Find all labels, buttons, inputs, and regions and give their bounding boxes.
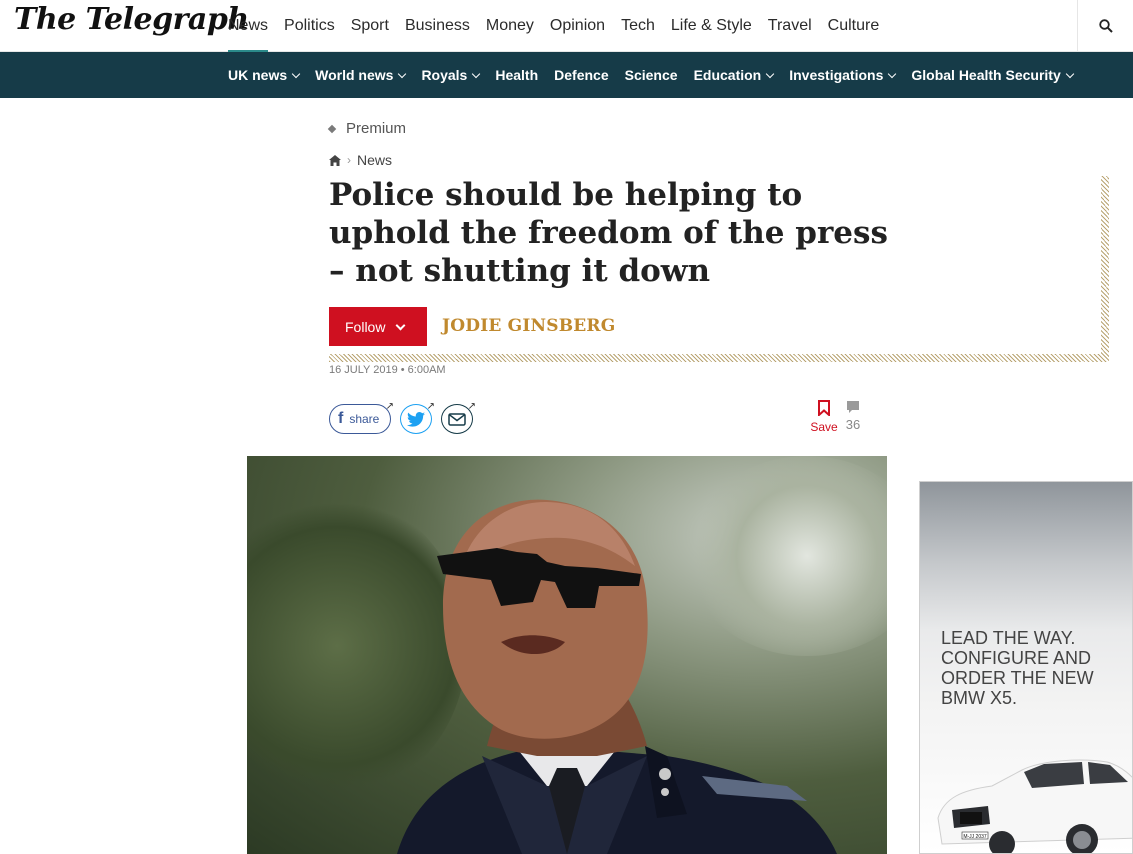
subnav-item-investigations[interactable]: Investigations xyxy=(781,52,903,98)
bookmark-icon xyxy=(818,400,830,416)
advertisement-bmw[interactable]: LEAD THE WAY. CONFIGURE AND ORDER THE NE… xyxy=(919,481,1133,854)
chevron-down-icon xyxy=(291,69,301,78)
top-header: The Telegraph News Politics Sport Busine… xyxy=(0,0,1133,53)
ad-text: LEAD THE WAY. CONFIGURE AND ORDER THE NE… xyxy=(941,628,1094,708)
chevron-down-icon xyxy=(1065,69,1074,78)
premium-diamond-icon xyxy=(327,124,337,133)
search-icon xyxy=(1098,19,1113,33)
nav-item-sport[interactable]: Sport xyxy=(343,0,397,52)
email-share-button[interactable]: ↗ xyxy=(441,401,476,434)
subnav-item-uk-news[interactable]: UK news xyxy=(220,52,307,98)
subnav-item-defence[interactable]: Defence xyxy=(546,52,616,98)
save-button[interactable]: Save xyxy=(808,400,840,440)
site-logo[interactable]: The Telegraph xyxy=(14,2,249,37)
author-name[interactable]: JODIE GINSBERG xyxy=(442,316,615,336)
comment-icon xyxy=(847,401,859,413)
premium-label: Premium xyxy=(327,120,406,137)
breadcrumb-section[interactable]: News xyxy=(357,152,392,168)
external-arrow-icon: ↗ xyxy=(385,401,394,412)
breadcrumb: › News xyxy=(329,152,392,168)
section-subnav: UK news World news Royals Health Defence… xyxy=(0,52,1133,98)
twitter-share-button[interactable]: ↗ xyxy=(400,401,435,434)
nav-item-life-style[interactable]: Life & Style xyxy=(663,0,760,52)
nav-item-culture[interactable]: Culture xyxy=(820,0,888,52)
nav-item-politics[interactable]: Politics xyxy=(276,0,343,52)
breadcrumb-separator: › xyxy=(347,153,351,167)
nav-item-business[interactable]: Business xyxy=(397,0,478,52)
chevron-down-icon xyxy=(396,320,406,330)
nav-item-opinion[interactable]: Opinion xyxy=(542,0,613,52)
chevron-down-icon xyxy=(472,69,481,78)
hero-portrait xyxy=(397,499,837,854)
subnav-item-global-health-security[interactable]: Global Health Security xyxy=(903,52,1080,98)
facebook-share-button[interactable]: f share ↗ xyxy=(329,401,394,434)
license-plate: M-JJ 2037 xyxy=(963,834,987,840)
article-dateline: 16 JULY 2019 • 6:00AM xyxy=(329,364,446,376)
nav-item-tech[interactable]: Tech xyxy=(613,0,663,52)
subnav-item-world-news[interactable]: World news xyxy=(307,52,413,98)
chevron-down-icon xyxy=(765,69,775,78)
chevron-down-icon xyxy=(398,69,407,78)
nav-item-travel[interactable]: Travel xyxy=(760,0,820,52)
twitter-icon xyxy=(407,411,425,427)
facebook-icon: f xyxy=(338,410,344,427)
article-hero-image xyxy=(247,456,887,854)
external-arrow-icon: ↗ xyxy=(426,401,435,412)
follow-button[interactable]: Follow xyxy=(329,307,427,346)
subnav-item-health[interactable]: Health xyxy=(487,52,546,98)
chevron-down-icon xyxy=(888,69,897,78)
nav-item-news[interactable]: News xyxy=(220,0,276,53)
home-icon[interactable] xyxy=(329,154,341,166)
car-image: M-JJ 2037 xyxy=(937,759,1132,853)
subnav-item-education[interactable]: Education xyxy=(686,52,782,98)
article-headline: Police should be helping to uphold the f… xyxy=(329,177,888,289)
comments-button[interactable]: 36 xyxy=(842,400,864,440)
subnav-item-royals[interactable]: Royals xyxy=(413,52,487,98)
subnav-item-science[interactable]: Science xyxy=(617,52,686,98)
main-nav: News Politics Sport Business Money Opini… xyxy=(220,0,888,53)
email-icon xyxy=(448,412,466,426)
external-arrow-icon: ↗ xyxy=(467,401,476,412)
nav-item-money[interactable]: Money xyxy=(478,0,542,52)
search-button[interactable] xyxy=(1077,0,1133,52)
